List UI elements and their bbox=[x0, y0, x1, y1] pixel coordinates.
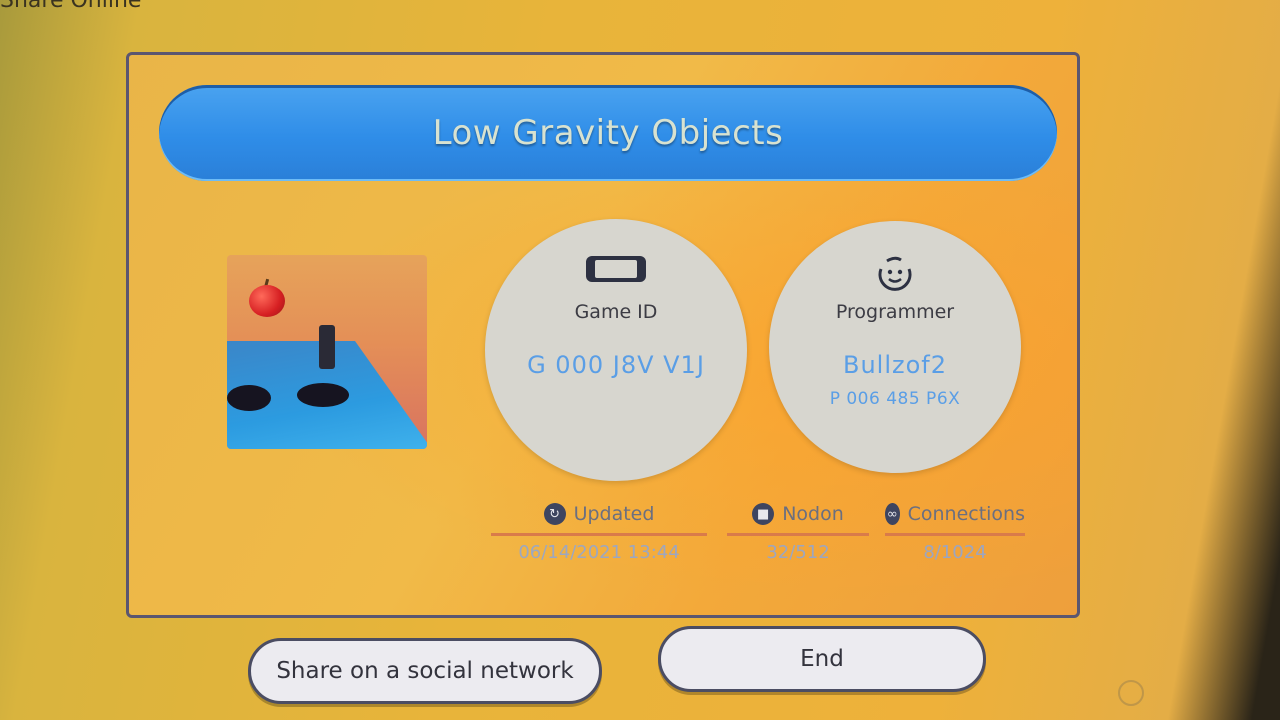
divider bbox=[885, 533, 1025, 536]
shadow-object bbox=[227, 385, 271, 411]
game-title: Low Gravity Objects bbox=[432, 113, 784, 153]
programmer-card: Programmer Bullzof2 P 006 485 P6X bbox=[769, 221, 1021, 473]
connections-label: Connections bbox=[907, 503, 1025, 525]
nodon-label: Nodon bbox=[782, 503, 844, 525]
nodon-value: 32/512 bbox=[766, 542, 830, 563]
figure-object bbox=[319, 325, 335, 369]
game-info-panel: Low Gravity Objects Game ID G 000 J8V V1… bbox=[126, 52, 1080, 618]
divider bbox=[727, 533, 869, 536]
shadow-object bbox=[297, 383, 349, 407]
game-id-value: G 000 J8V V1J bbox=[527, 351, 705, 379]
share-social-button[interactable]: Share on a social network bbox=[248, 638, 602, 704]
refresh-icon: ↻ bbox=[543, 503, 566, 525]
game-thumbnail bbox=[227, 255, 427, 449]
updated-value: 06/14/2021 13:44 bbox=[518, 542, 680, 563]
end-button[interactable]: End bbox=[658, 626, 986, 692]
game-id-label: Game ID bbox=[574, 301, 658, 323]
corner-icon bbox=[1118, 680, 1144, 706]
connections-stat: ∞ Connections 8/1024 bbox=[885, 503, 1025, 563]
programmer-label: Programmer bbox=[835, 301, 955, 323]
link-icon: ∞ bbox=[885, 503, 900, 525]
face-icon bbox=[875, 255, 915, 295]
game-id-card: Game ID G 000 J8V V1J bbox=[485, 219, 747, 481]
console-icon bbox=[585, 253, 647, 289]
updated-label: Updated bbox=[573, 503, 655, 525]
connections-value: 8/1024 bbox=[923, 542, 987, 563]
game-title-bar: Low Gravity Objects bbox=[159, 85, 1057, 181]
programmer-id: P 006 485 P6X bbox=[829, 389, 961, 409]
nodon-icon: ■ bbox=[752, 503, 775, 525]
apple-object bbox=[249, 285, 285, 317]
divider bbox=[491, 533, 707, 536]
programmer-name: Bullzof2 bbox=[842, 351, 947, 379]
updated-stat: ↻ Updated 06/14/2021 13:44 bbox=[491, 503, 707, 563]
nodon-stat: ■ Nodon 32/512 bbox=[727, 503, 869, 563]
screen-title-partial: Share Online bbox=[0, 0, 142, 13]
